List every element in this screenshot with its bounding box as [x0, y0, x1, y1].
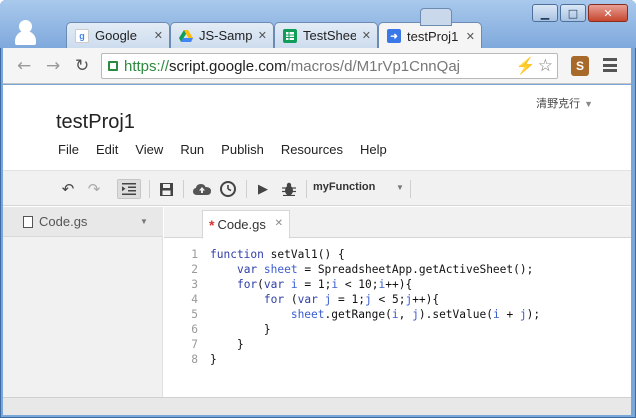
- url-text: https://script.google.com/macros/d/M1rVp…: [124, 57, 460, 75]
- line-number: 1: [191, 248, 198, 261]
- browser-tab-testproj1[interactable]: ➜ testProj1 ✕: [378, 22, 482, 49]
- close-icon[interactable]: ✕: [154, 29, 163, 42]
- save-icon[interactable]: [157, 179, 175, 199]
- undo-icon[interactable]: ↶: [59, 179, 77, 199]
- forward-arrow-icon[interactable]: →: [46, 56, 60, 76]
- code-line[interactable]: for (var j = 1;j < 5;j++){: [210, 292, 439, 307]
- user-account[interactable]: 清野克行 ▼: [536, 95, 593, 111]
- minimize-button[interactable]: ▁: [532, 4, 558, 22]
- tab-label: Google: [95, 28, 137, 43]
- browser-tab-google[interactable]: g Google ✕: [66, 22, 170, 48]
- hamburger-menu-icon[interactable]: [603, 58, 617, 72]
- chevron-down-icon: ▼: [584, 99, 593, 109]
- menu-run[interactable]: Run: [180, 142, 204, 157]
- profile-icon[interactable]: [14, 20, 36, 46]
- close-icon[interactable]: ✕: [466, 30, 475, 43]
- close-icon[interactable]: ✕: [362, 29, 371, 42]
- window-controls: ▁ □ ✕: [532, 4, 628, 22]
- tab-label: testProj1: [407, 28, 459, 44]
- sheets-icon: [283, 28, 297, 43]
- redo-icon[interactable]: ↷: [85, 179, 103, 199]
- cloud-upload-icon[interactable]: [191, 179, 213, 199]
- star-icon[interactable]: ☆: [538, 56, 553, 76]
- menu-resources[interactable]: Resources: [281, 142, 343, 157]
- maximize-button[interactable]: □: [560, 4, 586, 22]
- extension-icon[interactable]: S: [571, 56, 589, 76]
- reload-icon[interactable]: ↻: [75, 56, 89, 76]
- code-line[interactable]: }: [210, 322, 271, 337]
- chevron-down-icon[interactable]: ▼: [140, 217, 148, 226]
- code-line[interactable]: function setVal1() {: [210, 247, 345, 262]
- browser-tab-testsheet[interactable]: TestShee ✕: [274, 22, 378, 48]
- chevron-down-icon[interactable]: ▼: [396, 183, 404, 192]
- google-g-icon: g: [75, 28, 89, 43]
- menu-help[interactable]: Help: [360, 142, 387, 157]
- browser-tab-js-samp[interactable]: JS-Samp ✕: [170, 22, 274, 48]
- menu-bar: File Edit View Run Publish Resources Hel…: [58, 142, 404, 157]
- editor-tab-bar: * Code.gs ✕: [164, 207, 631, 239]
- menu-file[interactable]: File: [58, 142, 79, 157]
- line-number: 3: [191, 278, 198, 291]
- address-bar[interactable]: https://script.google.com/macros/d/M1rVp…: [101, 53, 558, 79]
- close-icon[interactable]: ✕: [275, 218, 283, 229]
- clock-icon[interactable]: [218, 179, 238, 199]
- code-line[interactable]: for(var i = 1;i < 10;i++){: [210, 277, 412, 292]
- run-play-icon[interactable]: ▶: [255, 179, 271, 199]
- editor-tab-code-gs[interactable]: * Code.gs ✕: [202, 210, 290, 239]
- code-line[interactable]: }: [210, 352, 217, 367]
- drive-icon: [179, 29, 193, 43]
- close-window-button[interactable]: ✕: [588, 4, 628, 22]
- line-number: 7: [191, 338, 198, 351]
- back-arrow-icon[interactable]: ←: [17, 56, 31, 76]
- code-line[interactable]: }: [210, 337, 244, 352]
- indent-icon[interactable]: [117, 179, 141, 199]
- apps-script-icon: ➜: [387, 29, 401, 43]
- function-select[interactable]: myFunction: [313, 181, 375, 193]
- file-name: Code.gs: [39, 214, 88, 229]
- tab-label: TestShee: [303, 28, 356, 43]
- line-number: 2: [191, 263, 198, 276]
- line-number: 5: [191, 308, 198, 321]
- project-title[interactable]: testProj1: [56, 111, 135, 134]
- code-line[interactable]: var sheet = SpreadsheetApp.getActiveShee…: [210, 262, 533, 277]
- lock-icon: [108, 61, 118, 71]
- debug-bug-icon[interactable]: [280, 179, 298, 199]
- code-line[interactable]: sheet.getRange(i, j).setValue(i + j);: [210, 307, 540, 322]
- file-panel: Code.gs ▼: [3, 207, 163, 415]
- line-number: 6: [191, 323, 198, 336]
- new-tab-button[interactable]: [420, 8, 452, 26]
- file-icon: [23, 215, 33, 228]
- title-bar: g Google ✕ JS-Samp ✕ TestShee ✕ ➜ testPr…: [0, 0, 636, 49]
- unsaved-marker-icon: *: [209, 216, 215, 233]
- menu-publish[interactable]: Publish: [221, 142, 264, 157]
- editor-toolbar: ↶ ↷ ▶ myFunction ▼: [3, 170, 631, 206]
- browser-toolbar: ← → ↻ https://script.google.com/macros/d…: [3, 48, 631, 84]
- menu-view[interactable]: View: [135, 142, 163, 157]
- tab-label: JS-Samp: [199, 28, 252, 43]
- code-editor[interactable]: * Code.gs ✕ 1 function setVal1() { 2 var s…: [164, 207, 631, 415]
- horizontal-scrollbar[interactable]: [3, 397, 631, 415]
- file-item-code-gs[interactable]: Code.gs ▼: [3, 207, 163, 237]
- line-number: 8: [191, 353, 198, 366]
- line-number: 4: [191, 293, 198, 306]
- apps-script-editor: 清野克行 ▼ testProj1 File Edit View Run Publi…: [3, 85, 631, 415]
- editor-tab-label: Code.gs: [217, 217, 266, 232]
- menu-edit[interactable]: Edit: [96, 142, 118, 157]
- close-icon[interactable]: ✕: [258, 29, 267, 42]
- lightning-icon[interactable]: ⚡: [516, 56, 536, 76]
